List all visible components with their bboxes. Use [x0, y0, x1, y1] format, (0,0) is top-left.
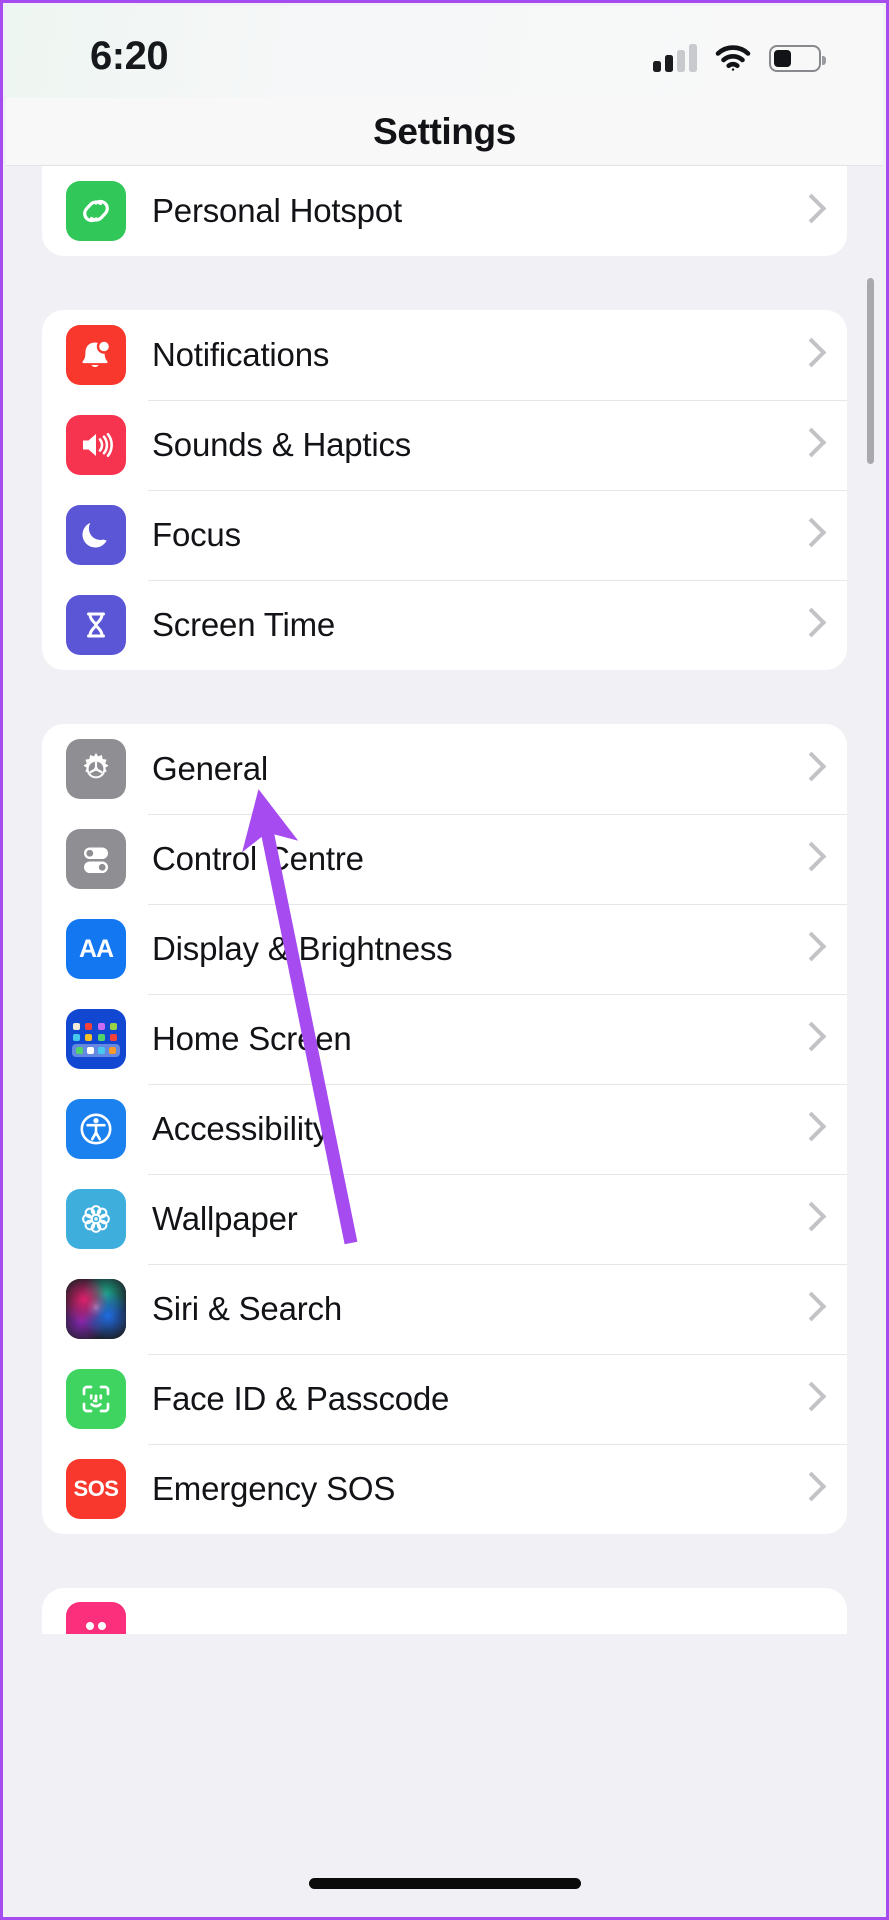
exposure-notifications-icon: [66, 1602, 126, 1634]
notifications-bell-icon: [66, 325, 126, 385]
settings-row-display-brightness[interactable]: AA Display & Brightness: [42, 904, 847, 994]
settings-row-siri-search[interactable]: Siri & Search: [42, 1264, 847, 1354]
focus-moon-icon: [66, 505, 126, 565]
settings-row-label: Focus: [152, 516, 241, 553]
settings-group-connectivity: Personal Hotspot: [42, 166, 847, 256]
home-indicator: [308, 1878, 581, 1889]
emergency-sos-icon: SOS: [66, 1459, 126, 1519]
settings-row-label: Accessibility: [152, 1110, 330, 1147]
wifi-icon: [715, 44, 751, 72]
settings-row-wallpaper[interactable]: Wallpaper: [42, 1174, 847, 1264]
settings-row-accessibility[interactable]: Accessibility: [42, 1084, 847, 1174]
status-bar: 6:20: [6, 6, 883, 98]
face-id-icon: [66, 1369, 126, 1429]
settings-row-sounds-haptics[interactable]: Sounds & Haptics: [42, 400, 847, 490]
siri-orb-icon: [66, 1279, 126, 1339]
home-screen-grid-icon: [66, 1009, 126, 1069]
settings-group-partial[interactable]: [42, 1588, 847, 1634]
chevron-right-icon: [789, 1197, 833, 1241]
display-icon-text: AA: [78, 934, 114, 963]
device-screen: 6:20 Settings Personal Hotspot Notificat…: [0, 0, 889, 1920]
control-centre-toggles-icon: [66, 829, 126, 889]
accessibility-person-icon: [66, 1099, 126, 1159]
personal-hotspot-icon: [66, 181, 126, 241]
settings-row-control-centre[interactable]: Control Centre: [42, 814, 847, 904]
navigation-bar: Settings: [6, 98, 883, 166]
cellular-signal-icon: [653, 44, 697, 72]
settings-row-personal-hotspot[interactable]: Personal Hotspot: [42, 166, 847, 256]
chevron-right-icon: [789, 603, 833, 647]
settings-row-label: Sounds & Haptics: [152, 426, 412, 463]
vertical-scrollbar[interactable]: [867, 278, 874, 464]
chevron-right-icon: [789, 1017, 833, 1061]
status-bar-clock: 6:20: [90, 34, 169, 78]
settings-row-general[interactable]: General: [42, 724, 847, 814]
settings-row-notifications[interactable]: Notifications: [42, 310, 847, 400]
settings-row-label: Wallpaper: [152, 1200, 298, 1237]
page-title: Settings: [373, 110, 516, 152]
chevron-right-icon: [789, 1287, 833, 1331]
chevron-right-icon: [789, 1377, 833, 1421]
settings-row-label: Display & Brightness: [152, 930, 453, 967]
screen-time-hourglass-icon: [66, 595, 126, 655]
display-brightness-aa-icon: AA: [66, 919, 126, 979]
general-gear-icon: [66, 739, 126, 799]
chevron-right-icon: [789, 189, 833, 233]
chevron-right-icon: [789, 513, 833, 557]
settings-row-home-screen[interactable]: Home Screen: [42, 994, 847, 1084]
sounds-speaker-icon: [66, 415, 126, 475]
settings-scroll-view[interactable]: Personal Hotspot Notifications Sounds & …: [6, 166, 883, 1914]
settings-row-screen-time[interactable]: Screen Time: [42, 580, 847, 670]
settings-row-label: Personal Hotspot: [152, 192, 402, 229]
settings-row-label: Control Centre: [152, 840, 364, 877]
chevron-right-icon: [789, 747, 833, 791]
settings-row-label: Face ID & Passcode: [152, 1380, 450, 1417]
settings-row-label: Screen Time: [152, 606, 336, 643]
settings-group-alerts: Notifications Sounds & Haptics Focus Scr…: [42, 310, 847, 670]
status-bar-indicators: [653, 38, 826, 72]
chevron-right-icon: [789, 1467, 833, 1511]
settings-row-emergency-sos[interactable]: SOS Emergency SOS: [42, 1444, 847, 1534]
chevron-right-icon: [789, 837, 833, 881]
settings-row-face-id-passcode[interactable]: Face ID & Passcode: [42, 1354, 847, 1444]
settings-row-label: Emergency SOS: [152, 1470, 396, 1507]
battery-icon: [769, 45, 826, 72]
wallpaper-flower-icon: [66, 1189, 126, 1249]
chevron-right-icon: [789, 333, 833, 377]
settings-row-label: General: [152, 750, 269, 787]
settings-row-label: Siri & Search: [152, 1290, 342, 1327]
settings-group-system: General Control Centre AA Display & Brig…: [42, 724, 847, 1534]
chevron-right-icon: [789, 927, 833, 971]
settings-row-focus[interactable]: Focus: [42, 490, 847, 580]
settings-row-label: Home Screen: [152, 1020, 352, 1057]
chevron-right-icon: [789, 423, 833, 467]
settings-row-label: Notifications: [152, 336, 330, 373]
sos-icon-text: SOS: [73, 1476, 119, 1501]
chevron-right-icon: [789, 1107, 833, 1151]
